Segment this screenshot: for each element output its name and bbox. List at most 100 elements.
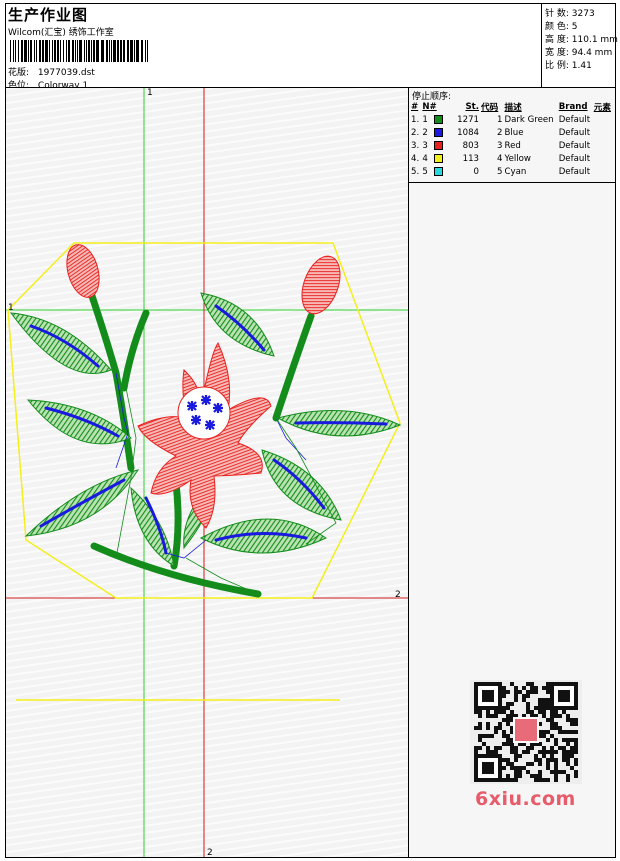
row-stitches-text: 803 [462,140,480,151]
color-count-value: 5 [571,22,578,32]
design-width-label: 宽 度: [545,48,569,58]
row-index-text: 2. [411,127,420,138]
col-needle: N# [422,102,437,112]
design-scale-value: 1.41 [571,61,592,71]
design-preview-canvas[interactable]: 1 1 2 2 [6,88,408,857]
row-index: 1. [410,113,421,126]
row-description-text: Dark Green [504,114,554,125]
row-brand: Default [558,165,593,178]
sheet-title: 生产作业图 [8,6,89,24]
axis-label-h1: 1 [8,303,14,313]
row-description-text: Cyan [504,166,527,177]
header-info: 生产作业图 Wilcom(汇宝) 绣饰工作室 花版: 1977039.dst 色… [6,4,541,91]
design-height-label: 高 度: [545,35,569,45]
table-row[interactable]: 2. 2 1084 2 Blue Default [410,126,615,139]
row-brand: Default [558,126,593,139]
stitch-count: 针 数: 3273 [545,6,595,19]
row-brand: Default [558,113,593,126]
row-code-text: 1 [497,114,503,125]
row-brand-text: Default [558,114,591,125]
row-element [593,152,615,165]
row-element [593,113,615,126]
design-label: 花版: [8,68,30,78]
row-description: Red [503,139,557,152]
row-description-text: Red [504,140,521,151]
stop-table-header: # N# St. 代码 描述 Brand 元素 [410,101,615,113]
row-description-text: Blue [504,127,524,138]
color-count: 颜 色: 5 [545,19,578,32]
col-element: 元素 [593,103,611,113]
axis-label-v1: 1 [147,88,153,98]
axis-label-v2: 2 [207,848,213,857]
row-code-text: 4 [497,153,503,164]
row-stitches: 113 [450,152,480,165]
row-needle: 1 [421,113,449,126]
row-element [593,139,615,152]
row-brand-text: Default [558,140,591,151]
row-code-text: 5 [497,166,503,177]
color-count-label: 颜 色: [545,22,569,32]
row-index: 4. [410,152,421,165]
barcode-icon [10,40,148,62]
row-index: 2. [410,126,421,139]
row-stitches-text: 113 [462,153,480,164]
studio-name: Wilcom(汇宝) 绣饰工作室 [8,28,114,38]
design-height-value: 110.1 mm [571,35,618,45]
design-file-row: 花版: 1977039.dst [8,65,95,78]
design-width-value: 94.4 mm [571,48,613,58]
row-code: 2 [480,126,503,139]
row-description: Dark Green [503,113,557,126]
stop-table-body: 1. 1 1271 1 Dark Green Default 2. 2 1084 2 Blue Def… [410,113,615,178]
stop-sequence-table: # N# St. 代码 描述 Brand 元素 1. 1 1271 1 Dark Gre… [410,101,615,178]
row-brand-text: Default [558,127,591,138]
production-worksheet: 生产作业图 Wilcom(汇宝) 绣饰工作室 花版: 1977039.dst 色… [0,0,620,861]
design-height: 高 度: 110.1 mm [545,32,618,45]
row-brand: Default [558,152,593,165]
row-needle-text: 3 [422,140,428,151]
design-file-name: 1977039.dst [37,68,95,78]
row-stitches: 0 [450,165,480,178]
color-swatch [433,140,443,150]
row-needle: 2 [421,126,449,139]
row-needle-text: 1 [422,114,428,125]
table-row[interactable]: 4. 4 113 4 Yellow Default [410,152,615,165]
row-code: 3 [480,139,503,152]
row-description: Yellow [503,152,557,165]
col-description: 描述 [504,103,522,113]
row-index-text: 3. [411,140,420,151]
row-code-text: 2 [497,127,503,138]
row-index-text: 4. [411,153,420,164]
table-row[interactable]: 1. 1 1271 1 Dark Green Default [410,113,615,126]
row-stitches-text: 1084 [457,127,480,138]
row-element [593,126,615,139]
col-brand: Brand [558,102,588,112]
design-stats: 针 数: 3273 颜 色: 5 高 度: 110.1 mm 宽 度: 94.4… [541,4,618,88]
design-scale: 比 例: 1.41 [545,58,592,71]
stop-table-divider [409,182,615,183]
row-needle: 5 [421,165,449,178]
color-swatch [433,153,443,163]
row-stitches-text: 1271 [457,114,480,125]
col-index: # [411,102,419,112]
row-needle: 3 [421,139,449,152]
row-stitches: 1271 [450,113,480,126]
row-brand-text: Default [558,153,591,164]
row-stitches-text: 0 [473,166,480,177]
row-description: Blue [503,126,557,139]
row-stitches: 1084 [450,126,480,139]
color-swatch [433,166,443,176]
table-row[interactable]: 3. 3 803 3 Red Default [410,139,615,152]
color-swatch [433,114,443,124]
row-index-text: 5. [411,166,420,177]
row-needle: 4 [421,152,449,165]
table-row[interactable]: 5. 5 0 5 Cyan Default [410,165,615,178]
col-code: 代码 [481,103,499,113]
qr-code-icon [470,680,582,784]
stitch-count-label: 针 数: [545,9,569,19]
row-element [593,165,615,178]
row-brand-text: Default [558,166,591,177]
col-stitches: St. [465,102,480,112]
row-code-text: 3 [497,140,503,151]
row-index-text: 1. [411,114,420,125]
row-code: 5 [480,165,503,178]
